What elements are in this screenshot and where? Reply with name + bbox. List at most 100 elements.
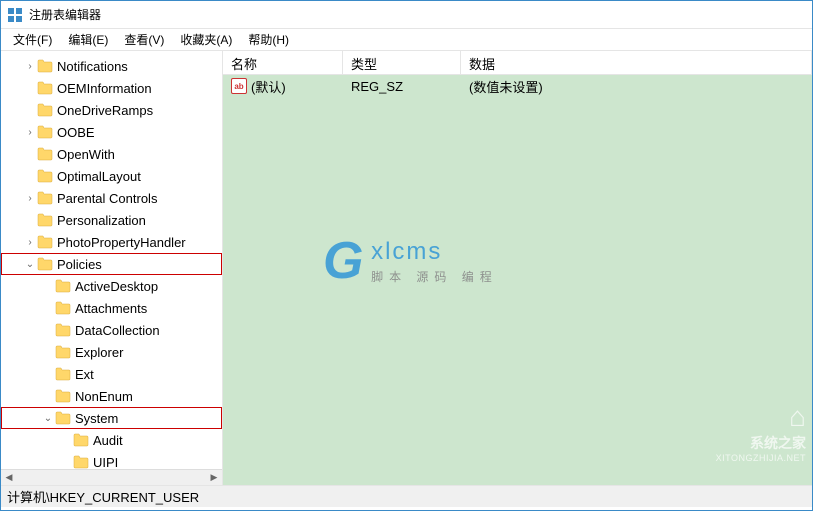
expander-spacer: [41, 367, 55, 381]
watermark-g: G: [323, 231, 363, 291]
values-pane: 名称 类型 数据 ab(默认) REG_SZ(数值未设置) G xlcms 脚本 …: [223, 51, 812, 485]
house-icon: ⌂: [716, 401, 806, 433]
tree-label: PhotoPropertyHandler: [57, 235, 186, 250]
watermark-main: xlcms: [371, 238, 498, 266]
tree-item-nonenum[interactable]: NonEnum: [1, 385, 222, 407]
watermark-sub: 脚本 源码 编程: [371, 268, 498, 285]
menu-edit[interactable]: 编辑(E): [60, 29, 116, 50]
menu-help[interactable]: 帮助(H): [240, 29, 297, 50]
folder-icon: [55, 367, 71, 381]
folder-icon: [73, 433, 89, 447]
expander-spacer: [23, 213, 37, 227]
corner-cn: 系统之家: [716, 433, 806, 453]
watermark-corner: ⌂ 系统之家 XITONGZHIJIA.NET: [716, 401, 806, 463]
tree-label: Audit: [93, 433, 123, 448]
expander-spacer: [23, 103, 37, 117]
tree-item-attachments[interactable]: Attachments: [1, 297, 222, 319]
value-type: REG_SZ: [343, 79, 461, 94]
tree-label: Ext: [75, 367, 94, 382]
registry-tree[interactable]: › Notifications OEMInformation OneDriveRamp…: [1, 51, 222, 469]
menu-file[interactable]: 文件(F): [5, 29, 60, 50]
folder-icon: [55, 345, 71, 359]
tree-label: NonEnum: [75, 389, 133, 404]
scroll-track[interactable]: [17, 470, 206, 486]
folder-icon: [37, 81, 53, 95]
chevron-right-icon[interactable]: ›: [23, 235, 37, 249]
tree-label: Policies: [57, 257, 102, 272]
menu-favorites[interactable]: 收藏夹(A): [172, 29, 240, 50]
string-value-icon: ab: [231, 78, 247, 94]
tree-label: OptimalLayout: [57, 169, 141, 184]
tree-item-uipi[interactable]: UIPI: [1, 451, 222, 469]
tree-item-personalization[interactable]: Personalization: [1, 209, 222, 231]
tree-label: Personalization: [57, 213, 146, 228]
tree-label: ActiveDesktop: [75, 279, 158, 294]
horizontal-scrollbar[interactable]: ◀ ▶: [1, 469, 222, 485]
tree-item-onedriveramps[interactable]: OneDriveRamps: [1, 99, 222, 121]
tree-item-optimallayout[interactable]: OptimalLayout: [1, 165, 222, 187]
tree-item-notifications[interactable]: › Notifications: [1, 55, 222, 77]
expander-spacer: [41, 345, 55, 359]
chevron-down-icon[interactable]: ⌄: [23, 257, 37, 271]
folder-icon: [37, 147, 53, 161]
watermark-center: G xlcms 脚本 源码 编程: [323, 231, 498, 291]
tree-item-explorer[interactable]: Explorer: [1, 341, 222, 363]
list-header: 名称 类型 数据: [223, 51, 812, 75]
expander-spacer: [23, 81, 37, 95]
menu-bar: 文件(F) 编辑(E) 查看(V) 收藏夹(A) 帮助(H): [1, 29, 812, 51]
value-row[interactable]: ab(默认) REG_SZ(数值未设置): [223, 75, 812, 97]
tree-item-oobe[interactable]: › OOBE: [1, 121, 222, 143]
tree-label: OOBE: [57, 125, 95, 140]
expander-spacer: [41, 279, 55, 293]
column-data[interactable]: 数据: [461, 51, 812, 74]
title-bar: 注册表编辑器: [1, 1, 812, 29]
tree-item-openwith[interactable]: OpenWith: [1, 143, 222, 165]
scroll-left-icon[interactable]: ◀: [1, 470, 17, 486]
folder-icon: [55, 301, 71, 315]
folder-icon: [37, 59, 53, 73]
column-type[interactable]: 类型: [343, 51, 461, 74]
expander-spacer: [23, 147, 37, 161]
app-icon: [7, 7, 23, 23]
folder-icon: [37, 125, 53, 139]
tree-item-oeminformation[interactable]: OEMInformation: [1, 77, 222, 99]
tree-item-ext[interactable]: Ext: [1, 363, 222, 385]
folder-icon: [55, 411, 71, 425]
folder-icon: [55, 389, 71, 403]
folder-icon: [55, 279, 71, 293]
tree-label: Parental Controls: [57, 191, 157, 206]
tree-label: System: [75, 411, 118, 426]
folder-icon: [37, 213, 53, 227]
tree-label: OneDriveRamps: [57, 103, 153, 118]
folder-icon: [37, 235, 53, 249]
content-area: › Notifications OEMInformation OneDriveRamp…: [1, 51, 812, 485]
folder-icon: [37, 191, 53, 205]
tree-item-audit[interactable]: Audit: [1, 429, 222, 451]
tree-item-datacollection[interactable]: DataCollection: [1, 319, 222, 341]
chevron-right-icon[interactable]: ›: [23, 191, 37, 205]
tree-label: Notifications: [57, 59, 128, 74]
menu-view[interactable]: 查看(V): [116, 29, 172, 50]
tree-item-policies[interactable]: ⌄ Policies: [1, 253, 222, 275]
tree-label: Attachments: [75, 301, 147, 316]
status-path: 计算机\HKEY_CURRENT_USER: [7, 487, 199, 506]
folder-icon: [55, 323, 71, 337]
value-data: (数值未设置): [461, 77, 812, 96]
tree-label: Explorer: [75, 345, 123, 360]
scroll-right-icon[interactable]: ▶: [206, 470, 222, 486]
chevron-right-icon[interactable]: ›: [23, 125, 37, 139]
tree-item-parental-controls[interactable]: › Parental Controls: [1, 187, 222, 209]
chevron-down-icon[interactable]: ⌄: [41, 411, 55, 425]
expander-spacer: [23, 169, 37, 183]
value-name: (默认): [251, 77, 286, 96]
folder-icon: [37, 257, 53, 271]
tree-item-photopropertyhandler[interactable]: › PhotoPropertyHandler: [1, 231, 222, 253]
column-name[interactable]: 名称: [223, 51, 343, 74]
expander-spacer: [41, 323, 55, 337]
folder-icon: [37, 103, 53, 117]
chevron-right-icon[interactable]: ›: [23, 59, 37, 73]
values-list[interactable]: ab(默认) REG_SZ(数值未设置): [223, 75, 812, 97]
tree-item-system[interactable]: ⌄ System: [1, 407, 222, 429]
tree-item-activedesktop[interactable]: ActiveDesktop: [1, 275, 222, 297]
corner-en: XITONGZHIJIA.NET: [716, 453, 806, 463]
